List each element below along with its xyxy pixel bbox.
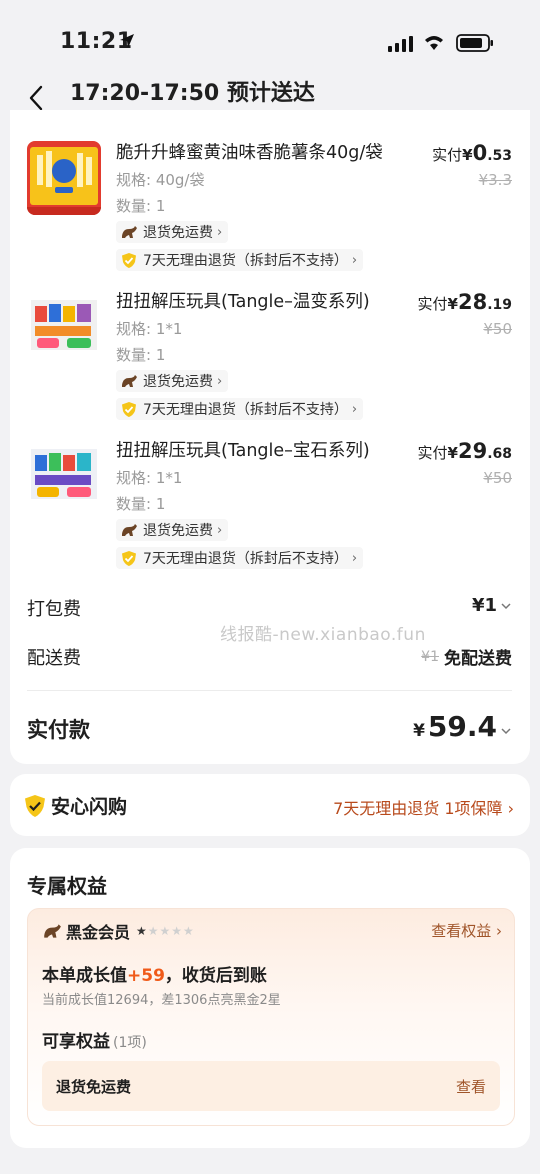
- chevron-right-icon: ›: [351, 252, 358, 268]
- packing-fee-value: ¥1: [471, 595, 497, 616]
- return-free-shipping-tag[interactable]: 退货免运费 ›: [116, 221, 229, 243]
- status-bar: 11:21: [0, 0, 540, 80]
- original-price: ¥50: [483, 320, 512, 338]
- safe-purchase-link[interactable]: 7天无理由退货 1项保障 ›: [333, 795, 514, 819]
- product-spec: 规格: 40g/袋: [116, 171, 205, 189]
- total-amount: 59.4: [427, 710, 497, 743]
- enjoyable-rights-title: 可享权益 (1项): [42, 1032, 147, 1052]
- safe-purchase-title: 安心闪购: [51, 796, 128, 818]
- divider: [27, 690, 512, 691]
- kangaroo-icon: [120, 372, 138, 390]
- kangaroo-icon: [120, 521, 138, 539]
- shield-check-icon: [120, 549, 138, 567]
- original-price: ¥3.3: [478, 171, 512, 189]
- product-name: 扭扭解压玩具(Tangle–温变系列): [116, 292, 370, 312]
- chevron-left-icon: [29, 85, 43, 111]
- location-arrow-icon: [120, 34, 134, 48]
- shield-check-icon: [120, 251, 138, 269]
- battery-icon: [456, 34, 493, 52]
- shield-check-icon: [120, 400, 138, 418]
- chevron-right-icon: ›: [217, 224, 223, 240]
- wifi-icon: [425, 36, 443, 50]
- view-rights-link[interactable]: 查看权益 ›: [431, 920, 502, 941]
- seven-day-return-tag[interactable]: 7天无理由退货（拆封后不支持） ›: [116, 398, 364, 420]
- product-price: 实付¥29.68: [417, 439, 513, 463]
- product-name: 脆升升蜂蜜黄油味香脆薯条40g/袋: [116, 143, 383, 163]
- total-row[interactable]: 实付款 ¥ 59.4: [27, 710, 512, 750]
- kangaroo-icon: [120, 223, 138, 241]
- delivery-fee-row: 配送费 ¥1 免配送费: [27, 644, 512, 674]
- benefit-name: 退货免运费: [56, 1078, 132, 1096]
- return-free-shipping-tag[interactable]: 退货免运费 ›: [116, 519, 229, 541]
- chevron-down-icon: [501, 728, 511, 735]
- safe-purchase-card[interactable]: 安心闪购 7天无理由退货 1项保障 ›: [10, 774, 530, 836]
- product-item[interactable]: 扭扭解压玩具(Tangle–宝石系列) 规格: 1*1 数量: 1 实付¥29.…: [10, 439, 530, 579]
- growth-sub-text: 当前成长值12694，差1306点亮黑金2星: [42, 993, 281, 1008]
- product-item[interactable]: 扭扭解压玩具(Tangle–温变系列) 规格: 1*1 数量: 1 实付¥28.…: [10, 290, 530, 430]
- product-thumbnail: [27, 439, 101, 513]
- growth-value-text: 本单成长值+59，收货后到账: [42, 966, 267, 986]
- rights-title: 专属权益: [27, 874, 107, 898]
- cellular-signal-icon: [388, 36, 413, 52]
- product-thumbnail: [27, 141, 101, 215]
- watermark: 线报酷-new.xianbao.fun: [220, 625, 426, 645]
- member-rights-box: 黑金会员 ★★★★★ 查看权益 › 本单成长值+59，收货后到账 当前成长值12…: [27, 908, 515, 1126]
- product-thumbnail: [27, 290, 101, 364]
- product-name: 扭扭解压玩具(Tangle–宝石系列): [116, 441, 370, 461]
- original-price: ¥50: [483, 469, 512, 487]
- seven-day-return-tag[interactable]: 7天无理由退货（拆封后不支持） ›: [116, 249, 364, 271]
- shield-check-icon: [25, 794, 45, 817]
- exclusive-rights-card: 专属权益 黑金会员 ★★★★★ 查看权益 › 本单成长值+59，收货后到账 当前…: [10, 848, 530, 1148]
- member-stars: ★★★★★: [136, 924, 195, 938]
- member-level: 黑金会员: [66, 923, 131, 942]
- seven-day-return-tag[interactable]: 7天无理由退货（拆封后不支持） ›: [116, 547, 364, 569]
- product-qty: 数量: 1: [116, 197, 166, 215]
- delivery-fee-label: 配送费: [27, 648, 81, 669]
- product-spec: 规格: 1*1: [116, 469, 183, 487]
- chevron-down-icon: [501, 602, 511, 609]
- benefit-view-link[interactable]: 查看: [456, 1076, 486, 1097]
- total-currency: ¥: [413, 721, 425, 741]
- total-label: 实付款: [27, 718, 90, 742]
- chevron-right-icon: ›: [217, 522, 223, 538]
- chevron-right-icon: ›: [351, 550, 358, 566]
- order-card: 脆升升蜂蜜黄油味香脆薯条40g/袋 规格: 40g/袋 数量: 1 实付¥0.5…: [10, 110, 530, 764]
- benefit-item[interactable]: 退货免运费 查看: [42, 1061, 500, 1111]
- product-price: 实付¥28.19: [417, 290, 513, 314]
- product-price: 实付¥0.53: [432, 141, 512, 165]
- product-spec: 规格: 1*1: [116, 320, 183, 338]
- product-qty: 数量: 1: [116, 346, 166, 364]
- product-item[interactable]: 脆升升蜂蜜黄油味香脆薯条40g/袋 规格: 40g/袋 数量: 1 实付¥0.5…: [10, 141, 530, 281]
- return-free-shipping-tag[interactable]: 退货免运费 ›: [116, 370, 229, 392]
- chevron-right-icon: ›: [217, 373, 223, 389]
- packing-fee-label: 打包费: [27, 599, 81, 620]
- product-qty: 数量: 1: [116, 495, 166, 513]
- kangaroo-icon: [44, 924, 61, 938]
- page-title: 17:20-17:50 预计送达: [70, 81, 315, 106]
- delivery-fee-value: 免配送费: [444, 649, 512, 669]
- chevron-right-icon: ›: [351, 401, 358, 417]
- delivery-fee-original: ¥1: [421, 648, 439, 665]
